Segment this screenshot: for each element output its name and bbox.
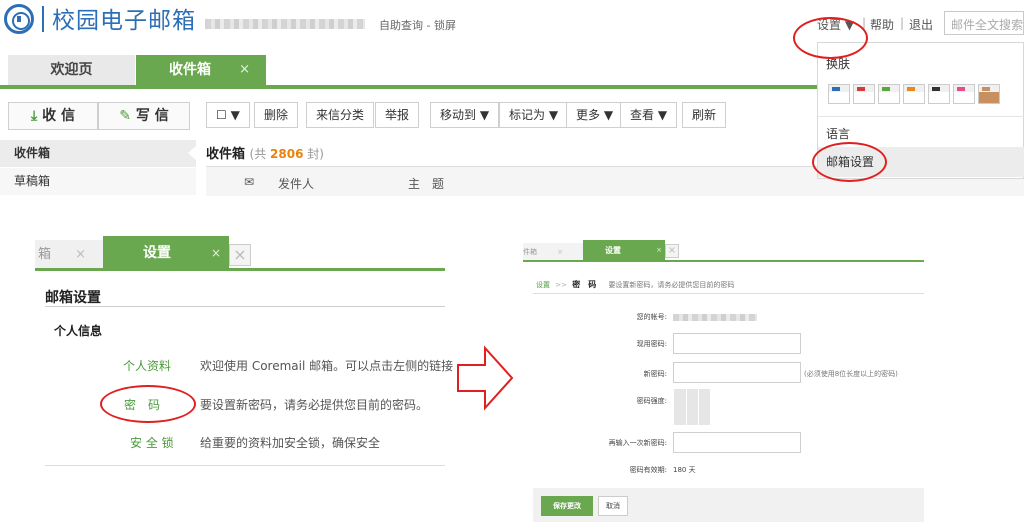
security-lock-desc: 给重要的资料加安全锁，确保安全 xyxy=(200,436,381,450)
select-all-checkbox[interactable]: ☐ ▼ xyxy=(206,102,250,128)
receive-mail-button[interactable]: ⤓ 收 信 xyxy=(8,102,98,130)
divider xyxy=(45,465,445,466)
close-all-tabs-icon[interactable]: × xyxy=(665,244,679,258)
save-changes-button[interactable]: 保存更改 xyxy=(541,496,593,516)
report-button[interactable]: 举报 xyxy=(375,102,420,128)
annotation-circle-mailbox-settings xyxy=(812,142,887,182)
tab-settings-label: 设置 xyxy=(143,245,171,261)
new-password-label: 新密码: xyxy=(643,370,667,378)
close-icon: × xyxy=(557,248,564,256)
confirm-password-field[interactable] xyxy=(673,432,801,453)
tab-inbox-partial[interactable]: 件箱 × xyxy=(523,243,583,261)
classify-button[interactable]: 来信分类 xyxy=(306,102,375,128)
delete-button[interactable]: 删除 xyxy=(254,102,299,128)
move-to-button[interactable]: 移动到 ▼ xyxy=(430,102,500,128)
divider xyxy=(533,293,924,294)
column-sender: 发件人 xyxy=(278,177,315,191)
self-help-lock-link[interactable]: 自助查询 - 锁屏 xyxy=(379,17,456,33)
refresh-button[interactable]: 刷新 xyxy=(682,102,727,128)
mark-as-button[interactable]: 标记为 ▼ xyxy=(499,102,569,128)
write-mail-button[interactable]: ✎ 写 信 xyxy=(98,102,190,130)
blurred-user-info xyxy=(205,19,365,29)
logout-link[interactable]: 退出 xyxy=(909,16,933,33)
blurred-account xyxy=(673,314,757,321)
help-link[interactable]: 帮助 xyxy=(870,16,894,33)
breadcrumb-hint: 要设置新密码，请务必提供您目前的密码 xyxy=(608,281,735,289)
close-icon[interactable]: × xyxy=(211,236,221,270)
logo-divider xyxy=(42,6,44,32)
logo-title: 校园电子邮箱 xyxy=(52,8,196,34)
validity-label: 密码有效期: xyxy=(629,466,667,474)
cancel-button[interactable]: 取消 xyxy=(598,496,628,516)
fulltext-search-input[interactable]: 邮件全文搜索 xyxy=(944,11,1024,35)
personal-profile-desc: 欢迎使用 Coremail 邮箱。可以点击左侧的链接 xyxy=(200,359,454,373)
tab-settings[interactable]: 设置 × xyxy=(103,236,229,270)
skin-swatch[interactable] xyxy=(978,84,1000,104)
compose-icon: ✎ xyxy=(119,108,131,124)
skin-swatch[interactable] xyxy=(903,84,925,104)
dropdown-divider xyxy=(818,116,1024,117)
security-lock-link[interactable]: 安 全 锁 xyxy=(130,434,174,451)
skin-swatch[interactable] xyxy=(878,84,900,104)
sidebar-item-inbox[interactable]: 收件箱 xyxy=(0,140,196,167)
new-password-field[interactable] xyxy=(673,362,801,383)
mail-count: 2806 xyxy=(270,147,304,161)
close-all-tabs-icon[interactable]: × xyxy=(229,244,251,266)
tab-inbox-label: 收件箱 xyxy=(169,62,211,78)
tab-inbox[interactable]: 收件箱 × xyxy=(136,55,266,85)
tab-inbox-partial[interactable]: 箱 × xyxy=(35,240,103,270)
close-icon[interactable]: × xyxy=(239,55,250,85)
receive-mail-label: 收 信 xyxy=(42,108,75,124)
divider xyxy=(45,306,445,307)
envelope-icon: ✉ xyxy=(244,175,255,189)
right-arrow-icon xyxy=(457,345,514,411)
annotation-circle-settings xyxy=(793,17,868,59)
tab-settings-label: 设置 xyxy=(605,246,621,255)
current-password-label: 现用密码: xyxy=(636,340,667,348)
current-password-field[interactable] xyxy=(673,333,801,354)
skin-swatch[interactable] xyxy=(928,84,950,104)
skin-swatch[interactable] xyxy=(853,84,875,104)
language-menu-item[interactable]: 语言 xyxy=(826,125,850,142)
tab-underline xyxy=(523,260,924,262)
more-button[interactable]: 更多 ▼ xyxy=(566,102,624,128)
breadcrumb-current: 密 码 xyxy=(572,280,597,289)
page-title: 邮箱设置 xyxy=(45,290,101,306)
close-icon[interactable]: × xyxy=(656,240,662,261)
selected-pointer xyxy=(188,146,196,160)
write-mail-label: 写 信 xyxy=(135,108,169,124)
password-strength-meter xyxy=(674,389,710,425)
view-button[interactable]: 查看 ▼ xyxy=(620,102,678,128)
validity-value: 180 天 xyxy=(673,466,696,474)
account-label: 您的帐号: xyxy=(636,313,667,321)
skin-swatch[interactable] xyxy=(953,84,975,104)
download-icon: ⤓ xyxy=(31,108,38,124)
tab-underline xyxy=(35,268,445,271)
inbox-heading: 收件箱 (共 2806 封) xyxy=(206,147,324,162)
top-separator: | xyxy=(900,16,905,30)
skin-swatch[interactable] xyxy=(828,84,850,104)
section-heading: 个人信息 xyxy=(54,324,103,338)
strength-label: 密码强度: xyxy=(636,397,667,405)
password-desc: 要设置新密码，请务必提供您目前的密码。 xyxy=(200,398,429,412)
school-logo-icon xyxy=(4,4,34,34)
tab-welcome[interactable]: 欢迎页 xyxy=(8,55,135,85)
new-password-hint: (必须使用8位长度以上的密码) xyxy=(804,370,898,378)
sidebar-item-drafts[interactable]: 草稿箱 xyxy=(0,168,196,195)
breadcrumb-settings-link[interactable]: 设置 xyxy=(536,281,550,289)
tab-settings[interactable]: 设置 × xyxy=(583,240,665,261)
confirm-password-label: 再输入一次新密码: xyxy=(608,439,667,447)
annotation-circle-password xyxy=(100,385,196,423)
personal-profile-link[interactable]: 个人资料 xyxy=(123,357,171,374)
breadcrumb: 设置 >> 密 码 要设置新密码，请务必提供您目前的密码 xyxy=(536,280,735,289)
close-icon: × xyxy=(75,247,87,262)
column-subject: 主 题 xyxy=(408,177,445,191)
